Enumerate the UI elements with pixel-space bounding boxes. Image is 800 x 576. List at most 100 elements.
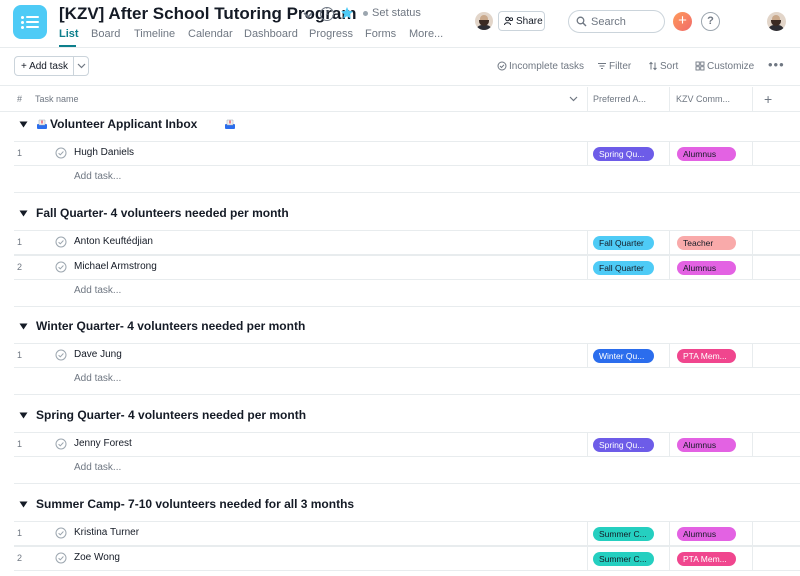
user-avatar[interactable] [767,12,786,31]
kzv-community-tag[interactable]: PTA Mem... [677,552,736,566]
task-name[interactable]: Michael Armstrong [74,261,157,272]
list-dot [21,21,24,24]
add-task-dropdown[interactable] [73,56,89,76]
section-header[interactable]: Winter Quarter- 4 volunteers needed per … [0,315,800,339]
row-divider [14,279,800,280]
table-row[interactable]: 1 Anton Keuftédjian Fall Quarter Teacher [0,230,800,255]
section-header[interactable]: Spring Quarter- 4 volunteers needed per … [0,404,800,428]
kzv-community-tag[interactable]: Alumnus [677,261,736,275]
tab-board[interactable]: Board [91,28,120,40]
add-task-row[interactable]: Add task... [74,285,121,296]
complete-check-icon[interactable] [55,552,67,564]
table-row[interactable]: 1 Jenny Forest Spring Qu... Alumnus [0,432,800,457]
task-name[interactable]: Zoe Wong [74,552,120,563]
table-row[interactable]: 2 Zoe Wong Summer C... PTA Mem... [0,546,800,571]
add-task-row[interactable]: Add task... [74,462,121,473]
row-divider [14,432,800,433]
project-list-icon[interactable] [13,5,47,39]
row-index: 1 [17,237,23,247]
row-divider [14,343,800,344]
preferred-availability-tag[interactable]: Summer C... [593,552,654,566]
task-name[interactable]: Dave Jung [74,349,122,360]
search-input[interactable] [591,14,661,29]
help-button[interactable]: ? [701,12,720,31]
add-task-row[interactable]: Add task... [74,171,121,182]
column-header-row: # Task name Preferred A... KZV Comm... + [0,87,800,112]
preferred-availability-tag[interactable]: Fall Quarter [593,261,654,275]
collapse-triangle-icon[interactable] [19,210,28,217]
task-name[interactable]: Hugh Daniels [74,147,134,158]
section-header[interactable]: Summer Camp- 7-10 volunteers needed for … [0,493,800,517]
kzv-community-tag[interactable]: Alumnus [677,438,736,452]
kzv-community-tag[interactable]: Alumnus [677,147,736,161]
complete-check-icon[interactable] [55,438,67,450]
kzv-community-tag[interactable]: PTA Mem... [677,349,736,363]
incomplete-tasks-button[interactable]: Incomplete tasks [497,61,584,72]
tab-progress[interactable]: Progress [309,28,353,40]
collapse-triangle-icon[interactable] [19,501,28,508]
tab-calendar[interactable]: Calendar [188,28,233,40]
complete-check-icon[interactable] [55,261,67,273]
row-index: 2 [17,262,23,272]
sort-button[interactable]: Sort [649,61,678,72]
row-divider [14,456,800,457]
chevron-down-icon[interactable] [302,9,314,21]
kzv-community-tag[interactable]: Teacher [677,236,736,250]
tab-dashboard[interactable]: Dashboard [244,28,298,40]
section-header[interactable]: Volunteer Applicant Inbox [0,113,800,137]
row-divider [14,255,800,256]
preferred-availability-tag[interactable]: Spring Qu... [593,438,654,452]
section-title: Spring Quarter- 4 volunteers needed per … [36,408,307,422]
table-row[interactable]: 1 Hugh Daniels Spring Qu... Alumnus [0,141,800,166]
column-divider [669,432,670,457]
column-divider [752,141,753,166]
column-divider [752,343,753,368]
tab-more[interactable]: More... [409,28,443,40]
table-row[interactable]: 1 Dave Jung Winter Qu... PTA Mem... [0,343,800,368]
tab-forms[interactable]: Forms [365,28,396,40]
column-index: # [17,94,23,104]
collapse-triangle-icon[interactable] [19,121,28,128]
tab-list[interactable]: List [59,28,79,40]
task-name[interactable]: Jenny Forest [74,438,132,449]
avatar[interactable] [475,12,493,30]
task-name[interactable]: Kristina Turner [74,527,139,538]
complete-check-icon[interactable] [55,349,67,361]
column-divider [587,432,588,457]
section-divider [14,192,800,193]
star-icon[interactable] [340,6,354,20]
column-preferred[interactable]: Preferred A... [593,94,646,104]
tab-timeline[interactable]: Timeline [134,28,175,40]
preferred-availability-tag[interactable]: Winter Qu... [593,349,654,363]
section-header[interactable]: Fall Quarter- 4 volunteers needed per mo… [0,202,800,226]
info-icon[interactable]: i [320,7,334,21]
inbox-tray-icon [37,119,47,129]
share-button[interactable]: Share [498,11,545,31]
complete-check-icon[interactable] [55,147,67,159]
section-divider [14,394,800,395]
set-status-button[interactable]: Set status [372,7,421,19]
task-name[interactable]: Anton Keuftédjian [74,236,153,247]
column-kzv[interactable]: KZV Comm... [676,94,730,104]
complete-check-icon[interactable] [55,527,67,539]
collapse-triangle-icon[interactable] [19,323,28,330]
preferred-availability-tag[interactable]: Summer C... [593,527,654,541]
preferred-availability-tag[interactable]: Spring Qu... [593,147,654,161]
customize-button[interactable]: Customize [695,61,754,72]
table-row[interactable]: 2 Michael Armstrong Fall Quarter Alumnus [0,255,800,280]
quick-add-button[interactable]: + [673,12,692,31]
filter-button[interactable]: Filter [598,61,631,72]
add-task-button[interactable]: + Add task [14,56,74,76]
add-task-row[interactable]: Add task... [74,373,121,384]
column-divider [752,230,753,255]
chevron-down-icon[interactable] [569,96,578,102]
add-column-button[interactable]: + [764,91,772,107]
complete-check-icon[interactable] [55,236,67,248]
more-options-button[interactable]: ••• [768,57,785,72]
sort-icon [649,61,657,71]
kzv-community-tag[interactable]: Alumnus [677,527,736,541]
collapse-triangle-icon[interactable] [19,412,28,419]
column-task-name[interactable]: Task name [35,94,79,104]
table-row[interactable]: 1 Kristina Turner Summer C... Alumnus [0,521,800,546]
preferred-availability-tag[interactable]: Fall Quarter [593,236,654,250]
